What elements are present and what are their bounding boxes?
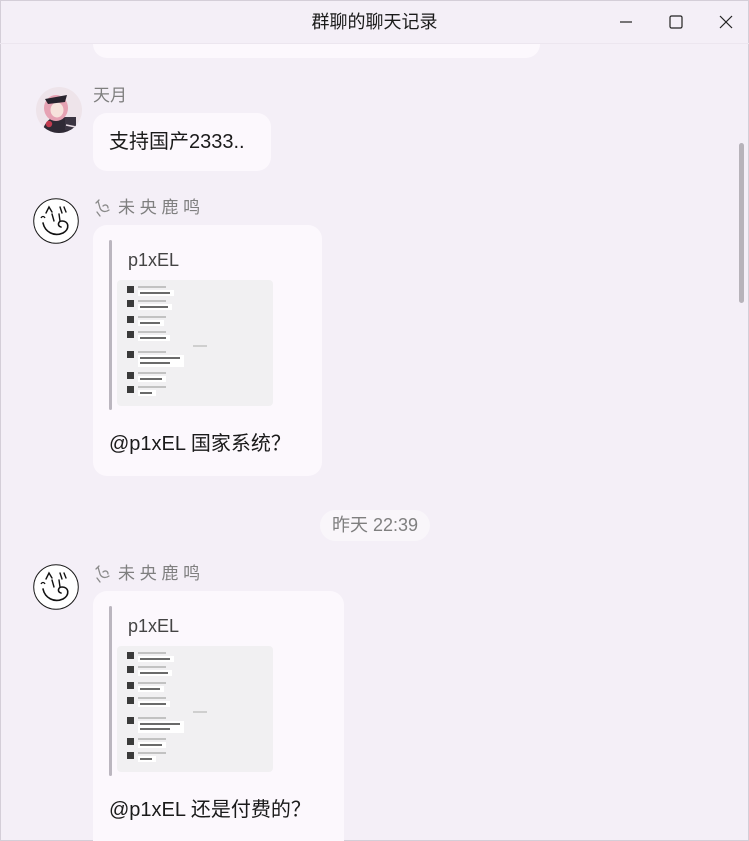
avatar-tianyue[interactable] (36, 87, 82, 133)
message-bubble[interactable]: p1xEL @p1xEL 还是付费的？ (93, 591, 344, 841)
sender-name: 天月 (93, 86, 127, 105)
mini-name-line (138, 752, 166, 754)
mini-avatar (127, 652, 134, 659)
mini-avatar (127, 372, 134, 379)
doodle-sketch-avatar-icon (33, 564, 79, 610)
avatar-weiyang[interactable] (33, 198, 79, 244)
message-bubble[interactable]: p1xEL @p1xEL 国家系统？ (93, 225, 322, 476)
mini-avatar (127, 752, 134, 759)
chat-history-window: 群聊的聊天记录 天月 支持国产2333.. 未 央 鹿 鸣 p1xEL @p1x… (0, 0, 749, 841)
mini-text-line (140, 758, 152, 760)
sender-name-row: 未 央 鹿 鸣 (93, 197, 200, 219)
partial-message-bubble[interactable] (93, 44, 540, 58)
avatar-weiyang[interactable] (33, 564, 79, 610)
mini-text-line (140, 744, 162, 746)
doodle-sketch-avatar-icon (33, 198, 79, 244)
mini-text-line (140, 357, 180, 359)
mini-name-line (138, 351, 166, 353)
mini-name-line (138, 300, 166, 302)
mini-avatar (127, 666, 134, 673)
mini-text-line (140, 723, 180, 725)
mini-time-divider (193, 711, 207, 713)
mini-avatar (127, 386, 134, 393)
mini-name-line (138, 717, 166, 719)
quoted-image-thumbnail[interactable] (117, 280, 273, 406)
mini-avatar (127, 316, 134, 323)
mini-name-line (138, 697, 166, 699)
mini-text-line (140, 322, 160, 324)
mini-text-line (140, 362, 170, 364)
scrollbar-thumb[interactable] (739, 143, 744, 303)
mini-avatar (127, 286, 134, 293)
mini-avatar (127, 717, 134, 724)
mini-avatar (127, 738, 134, 745)
message-bubble[interactable]: 支持国产2333.. (93, 113, 271, 171)
maximize-button[interactable] (653, 0, 699, 44)
mini-text-line (140, 306, 168, 308)
mini-name-line (138, 682, 166, 684)
close-button[interactable] (702, 0, 749, 44)
mini-name-line (138, 652, 166, 654)
mini-text-line (140, 392, 152, 394)
mini-text-line (140, 728, 170, 730)
close-icon (719, 15, 732, 29)
mini-name-line (138, 372, 166, 374)
time-divider: 昨天 22:39 (319, 510, 431, 541)
mini-bubble (138, 721, 184, 733)
mini-avatar (127, 351, 134, 358)
minimize-button[interactable] (603, 0, 649, 44)
message-list[interactable]: 天月 支持国产2333.. 未 央 鹿 鸣 p1xEL @p1xEL 国家系统？… (0, 44, 749, 841)
doodle-glyph-icon (95, 199, 110, 217)
mini-name-line (138, 331, 166, 333)
mini-text-line (140, 337, 166, 339)
mini-name-line (138, 738, 166, 740)
mini-text-line (140, 703, 166, 705)
quote-author: p1xEL (128, 250, 180, 270)
anime-character-avatar-icon (36, 87, 82, 133)
quote-bar (109, 606, 112, 776)
minimize-icon (620, 21, 632, 23)
sender-name: 未 央 鹿 鸣 (118, 198, 201, 217)
mini-name-line (138, 666, 166, 668)
message-text: @p1xEL 还是付费的？ (109, 799, 311, 821)
mini-text-line (140, 378, 162, 380)
sender-name-row: 未 央 鹿 鸣 (93, 563, 200, 585)
thumbnail-preview (127, 652, 207, 762)
thumbnail-preview (127, 286, 207, 396)
mini-avatar (127, 300, 134, 307)
mini-bubble (138, 355, 184, 367)
maximize-icon (669, 15, 683, 29)
title-bar: 群聊的聊天记录 (0, 0, 749, 44)
mini-name-line (138, 316, 166, 318)
mini-time-divider (193, 345, 207, 347)
mini-text-line (140, 292, 170, 294)
mini-text-line (140, 672, 168, 674)
message-text: 支持国产2333.. (109, 131, 245, 153)
mini-avatar (127, 682, 134, 689)
mini-text-line (140, 658, 170, 660)
mini-avatar (127, 697, 134, 704)
mini-avatar (127, 331, 134, 338)
quote-bar (109, 240, 112, 410)
doodle-glyph-icon (95, 565, 110, 583)
mini-name-line (138, 286, 166, 288)
quote-author: p1xEL (128, 616, 180, 636)
quoted-image-thumbnail[interactable] (117, 646, 273, 772)
mini-name-line (138, 386, 166, 388)
mini-text-line (140, 688, 160, 690)
message-text: @p1xEL 国家系统？ (109, 433, 291, 455)
sender-name: 未 央 鹿 鸣 (118, 564, 201, 583)
